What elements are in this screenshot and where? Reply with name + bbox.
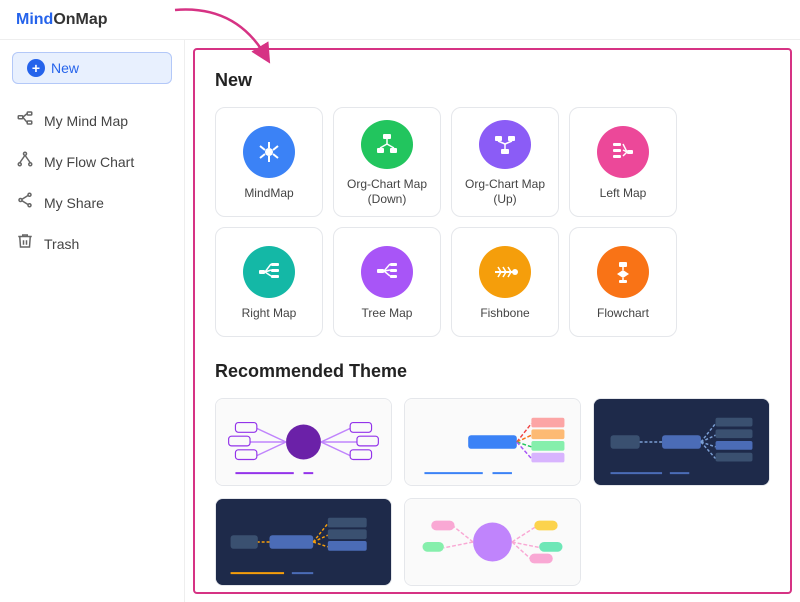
- share-icon: [16, 191, 34, 214]
- template-card-tree-map[interactable]: Tree Map: [333, 227, 441, 337]
- tree-map-icon-circle: [361, 246, 413, 298]
- sidebar-label-my-mind-map: My Mind Map: [44, 113, 128, 129]
- template-card-left-map[interactable]: Left Map: [569, 107, 677, 217]
- header: MindOnMap: [0, 0, 800, 40]
- theme-card-colorful[interactable]: [404, 398, 581, 486]
- org-chart-down-label: Org-Chart Map (Down): [342, 177, 432, 208]
- theme-card-dark-blue2[interactable]: [215, 498, 392, 586]
- mind-map-icon: [16, 109, 34, 132]
- left-map-label: Left Map: [600, 186, 647, 202]
- mindmap-icon-circle: [243, 126, 295, 178]
- sidebar-item-trash[interactable]: Trash: [0, 223, 184, 264]
- template-grid: MindMap Org-Chart Map (Down): [215, 107, 770, 337]
- trash-icon: [16, 232, 34, 255]
- sidebar-item-my-mind-map[interactable]: My Mind Map: [0, 100, 184, 141]
- flowchart-label: Flowchart: [597, 306, 649, 322]
- new-button[interactable]: + New: [12, 52, 172, 84]
- fishbone-icon-circle: [479, 246, 531, 298]
- new-section-title: New: [215, 70, 770, 91]
- recommended-theme-title: Recommended Theme: [215, 361, 770, 382]
- template-card-fishbone[interactable]: Fishbone: [451, 227, 559, 337]
- sidebar-label-trash: Trash: [44, 236, 79, 252]
- sidebar-item-my-share[interactable]: My Share: [0, 182, 184, 223]
- logo-on: On: [53, 11, 75, 29]
- new-button-label: New: [51, 60, 79, 76]
- logo: MindOnMap: [16, 11, 108, 29]
- sidebar: + New My Mind Map: [0, 40, 185, 602]
- template-card-org-chart-up[interactable]: Org-Chart Map (Up): [451, 107, 559, 217]
- mindmap-label: MindMap: [244, 186, 293, 202]
- org-chart-down-icon-circle: [361, 120, 413, 169]
- plus-icon: +: [27, 59, 45, 77]
- right-map-label: Right Map: [242, 306, 297, 322]
- theme-card-colorful2[interactable]: [404, 498, 581, 586]
- org-chart-up-label: Org-Chart Map (Up): [460, 177, 550, 208]
- template-card-org-chart-down[interactable]: Org-Chart Map (Down): [333, 107, 441, 217]
- flow-chart-icon: [16, 150, 34, 173]
- left-map-icon-circle: [597, 126, 649, 178]
- logo-map: Map: [76, 11, 108, 29]
- flowchart-icon-circle: [597, 246, 649, 298]
- sidebar-label-my-share: My Share: [44, 195, 104, 211]
- template-card-right-map[interactable]: Right Map: [215, 227, 323, 337]
- template-card-flowchart[interactable]: Flowchart: [569, 227, 677, 337]
- theme-card-dark-blue[interactable]: [593, 398, 770, 486]
- logo-mind: Mind: [16, 11, 53, 29]
- fishbone-label: Fishbone: [480, 306, 529, 322]
- right-map-icon-circle: [243, 246, 295, 298]
- sidebar-label-my-flow-chart: My Flow Chart: [44, 154, 134, 170]
- org-chart-up-icon-circle: [479, 120, 531, 169]
- sidebar-item-my-flow-chart[interactable]: My Flow Chart: [0, 141, 184, 182]
- content-area: New MindMap: [193, 48, 792, 594]
- theme-grid: [215, 398, 770, 586]
- main-layout: + New My Mind Map: [0, 40, 800, 602]
- theme-card-light-purple[interactable]: [215, 398, 392, 486]
- template-card-mindmap[interactable]: MindMap: [215, 107, 323, 217]
- tree-map-label: Tree Map: [362, 306, 413, 322]
